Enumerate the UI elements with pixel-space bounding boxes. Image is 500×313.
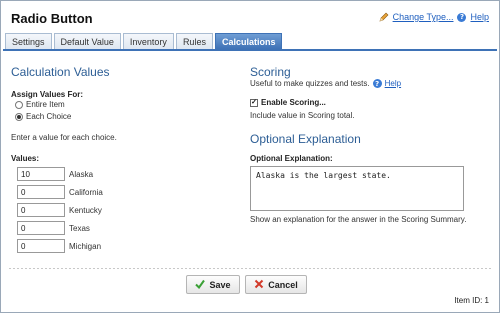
radio-entire-item[interactable]: Entire Item	[15, 100, 65, 109]
title-bar: Radio Button Change Type... ? Help	[1, 1, 499, 34]
cancel-button-label: Cancel	[268, 279, 298, 290]
dialog-title: Radio Button	[11, 11, 93, 26]
radio-each-choice-label: Each Choice	[26, 112, 72, 121]
value-row-kentucky: Kentucky	[17, 203, 102, 217]
value-input-michigan[interactable]	[17, 239, 65, 253]
choice-label-texas: Texas	[69, 223, 90, 233]
title-links: Change Type... ? Help	[379, 12, 489, 22]
x-icon	[254, 279, 264, 291]
scoring-help-icon[interactable]: ?	[372, 79, 382, 88]
radio-entire-item-input[interactable]	[15, 100, 23, 109]
scoring-note: Include value in Scoring total.	[250, 111, 355, 120]
choice-label-california: California	[69, 187, 103, 197]
save-button-label: Save	[209, 279, 231, 290]
tab-underline	[3, 49, 497, 51]
cancel-button[interactable]: Cancel	[245, 275, 307, 294]
value-row-texas: Texas	[17, 221, 90, 235]
scoring-description: Useful to make quizzes and tests.	[250, 79, 370, 88]
tab-calculations[interactable]: Calculations	[214, 33, 283, 49]
help-link[interactable]: Help	[470, 12, 489, 22]
save-button[interactable]: Save	[186, 275, 240, 294]
choice-label-kentucky: Kentucky	[69, 205, 102, 215]
radio-entire-item-label: Entire Item	[26, 100, 65, 109]
radio-each-choice-input[interactable]	[15, 112, 23, 121]
item-id: Item ID: 1	[454, 296, 489, 305]
enable-scoring-checkbox-row[interactable]: ✓ Enable Scoring...	[250, 98, 326, 107]
value-row-alaska: Alaska	[17, 167, 93, 181]
change-type-link[interactable]: Change Type...	[393, 12, 454, 22]
value-input-kentucky[interactable]	[17, 203, 65, 217]
scoring-help-link[interactable]: Help	[385, 79, 401, 88]
tab-inventory[interactable]: Inventory	[122, 33, 174, 49]
help-icon[interactable]: ?	[457, 12, 467, 22]
tab-rules[interactable]: Rules	[175, 33, 213, 49]
scoring-description-row: Useful to make quizzes and tests. ? Help	[250, 79, 401, 88]
optional-explanation-label: Optional Explanation:	[250, 154, 333, 163]
explanation-textarea[interactable]	[250, 166, 464, 211]
choice-label-michigan: Michigan	[69, 241, 102, 251]
value-input-texas[interactable]	[17, 221, 65, 235]
radio-button-dialog: Radio Button Change Type... ? Help Setti…	[0, 0, 500, 313]
scoring-heading: Scoring	[250, 65, 291, 79]
tab-default-value[interactable]: Default Value	[53, 33, 121, 49]
optional-explanation-heading: Optional Explanation	[250, 132, 361, 146]
footer-divider	[9, 268, 491, 269]
tab-settings[interactable]: Settings	[5, 33, 52, 49]
value-input-california[interactable]	[17, 185, 65, 199]
value-row-michigan: Michigan	[17, 239, 101, 253]
explanation-note: Show an explanation for the answer in th…	[250, 215, 467, 224]
enable-scoring-checkbox[interactable]: ✓	[250, 98, 258, 107]
calculation-values-heading: Calculation Values	[11, 65, 110, 79]
enable-scoring-label: Enable Scoring...	[261, 98, 326, 107]
checkmark-icon	[195, 279, 206, 291]
instruction-text: Enter a value for each choice.	[11, 133, 117, 142]
pencil-icon	[379, 12, 389, 22]
value-row-california: California	[17, 185, 103, 199]
value-input-alaska[interactable]	[17, 167, 65, 181]
assign-values-label: Assign Values For:	[11, 90, 84, 99]
values-label: Values:	[11, 154, 40, 163]
choice-label-alaska: Alaska	[69, 169, 94, 179]
tab-bar: Settings Default Value Inventory Rules C…	[5, 33, 283, 49]
radio-each-choice[interactable]: Each Choice	[15, 112, 71, 121]
